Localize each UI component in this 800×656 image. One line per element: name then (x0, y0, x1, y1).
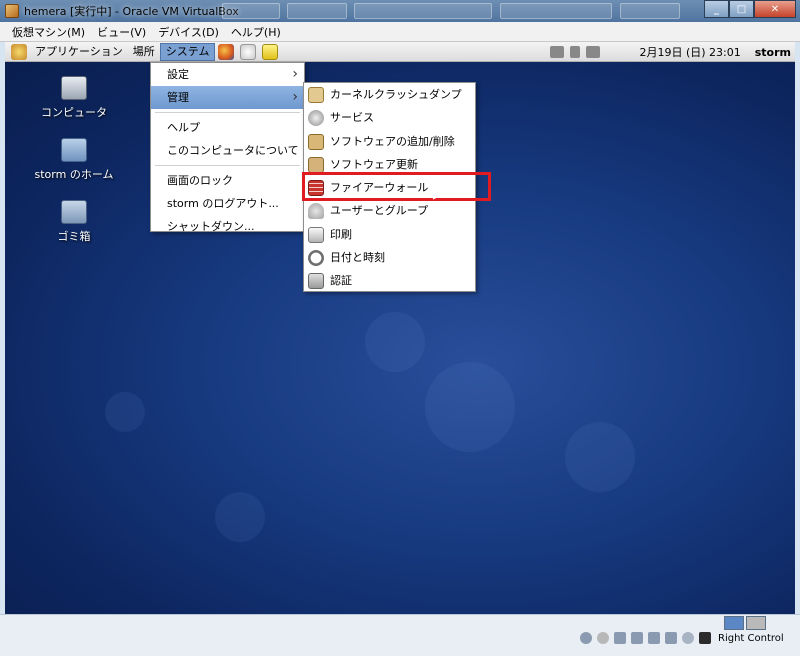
network-icon[interactable] (550, 46, 565, 58)
desktop-icon-computer[interactable]: コンピュータ (29, 76, 119, 120)
menu-item-label: カーネルクラッシュダンプ (330, 88, 462, 101)
minimize-button[interactable]: _ (704, 0, 729, 18)
desktop-icon-home[interactable]: storm のホーム (29, 138, 119, 182)
network-adapter-icon[interactable] (631, 632, 643, 644)
system-menu-item-logout[interactable]: storm のログアウト... (151, 192, 304, 215)
admin-item-kernel-dump[interactable]: カーネルクラッシュダンプ (304, 83, 475, 106)
system-menu-item-administration[interactable]: 管理 › (151, 86, 304, 109)
admin-item-printing[interactable]: 印刷 (304, 223, 475, 246)
title-bar[interactable]: hemera [実行中] - Oracle VM VirtualBox _ □ … (0, 0, 800, 22)
background-orb (425, 362, 515, 452)
users-groups-icon (308, 203, 324, 220)
window-title: hemera [実行中] - Oracle VM VirtualBox (24, 5, 239, 18)
hard-disk-icon[interactable] (580, 632, 592, 644)
menu-separator (155, 112, 300, 113)
desktop-icon-trash[interactable]: ゴミ箱 (29, 200, 119, 244)
menu-item-label: 日付と時刻 (330, 251, 385, 265)
system-menu-item-lock-screen[interactable]: 画面のロック (151, 169, 304, 192)
menu-item-label: ユーザーとグループ (330, 204, 429, 218)
admin-item-software-add-remove[interactable]: ソフトウェアの追加/削除 (304, 130, 475, 153)
guest-screen[interactable]: アプリケーション 場所 システム 2月19日 (日) 23:01 storm コ… (5, 42, 795, 614)
menu-item-label: ソフトウェア更新 (330, 157, 418, 171)
menu-separator (155, 165, 300, 166)
host-key-icon[interactable] (699, 632, 711, 644)
menu-item-label: 設定 (167, 68, 189, 81)
display-icon[interactable] (665, 632, 677, 644)
menu-item-label: ソフトウェアの追加/削除 (330, 134, 455, 148)
close-button[interactable]: ✕ (754, 0, 796, 18)
kernel-dump-icon (308, 87, 324, 103)
system-menu-item-about[interactable]: このコンピュータについて (151, 139, 304, 162)
background-orb (565, 422, 635, 492)
virtualbox-icon (5, 4, 19, 18)
gnome-foot-icon (11, 43, 27, 60)
volume-icon[interactable] (570, 46, 581, 58)
mail-launcher-icon[interactable] (240, 43, 257, 60)
admin-item-date-time[interactable]: 日付と時刻 (304, 246, 475, 269)
display-icon[interactable] (586, 46, 601, 58)
trash-icon (61, 200, 87, 224)
virtualbox-menubar: 仮想マシン(M) ビュー(V) デバイス(D) ヘルプ(H) (0, 22, 800, 42)
background-tab (500, 3, 612, 19)
system-menu-item-shutdown[interactable]: シャットダウン... (151, 215, 304, 238)
panel-menu-system[interactable]: システム (159, 42, 216, 61)
admin-item-authentication[interactable]: 認証 (304, 269, 475, 292)
background-tab (287, 3, 347, 19)
home-folder-icon (61, 138, 87, 162)
virtualbox-window: hemera [実行中] - Oracle VM VirtualBox _ □ … (0, 0, 800, 656)
top-panel: アプリケーション 場所 システム 2月19日 (日) 23:01 storm (5, 42, 795, 62)
menu-devices[interactable]: デバイス(D) (152, 24, 225, 40)
chevron-right-icon: › (292, 89, 298, 105)
clock-icon (308, 250, 324, 267)
fullscreen-mode-icon[interactable] (746, 616, 766, 630)
panel-user[interactable]: storm (755, 46, 791, 59)
menu-item-label: 印刷 (330, 227, 352, 241)
menu-item-label: 管理 (167, 91, 189, 104)
background-tab (354, 3, 492, 19)
printer-icon (308, 226, 324, 243)
system-menu: 設定 › 管理 › ヘルプ このコンピュータについて 画面のロック storm … (150, 62, 305, 233)
desktop-icon-label: storm のホーム (34, 168, 114, 181)
services-icon (308, 110, 324, 127)
panel-clock[interactable]: 2月19日 (日) 23:01 (639, 44, 740, 60)
background-tab (620, 3, 680, 19)
optical-drive-icon[interactable] (597, 632, 609, 644)
firefox-launcher-icon[interactable] (218, 43, 235, 60)
highlight-box (302, 172, 491, 201)
host-key-label: Right Control (718, 632, 784, 644)
menu-view[interactable]: ビュー(V) (91, 24, 152, 40)
maximize-button[interactable]: □ (729, 0, 754, 18)
background-orb (105, 392, 145, 432)
shared-folders-icon[interactable] (648, 632, 660, 644)
chevron-right-icon: › (292, 66, 298, 82)
mouse-integration-icon[interactable] (682, 632, 694, 644)
notes-launcher-icon[interactable] (262, 43, 279, 60)
status-bar: Right Control (580, 632, 784, 644)
background-tab (222, 3, 280, 19)
system-menu-item-help[interactable]: ヘルプ (151, 116, 304, 139)
desktop-icon-label: コンピュータ (41, 106, 107, 119)
software-add-remove-icon (308, 133, 324, 150)
menu-machine[interactable]: 仮想マシン(M) (6, 24, 91, 40)
menu-help[interactable]: ヘルプ(H) (225, 24, 287, 40)
admin-item-services[interactable]: サービス (304, 106, 475, 129)
background-orb (215, 492, 265, 542)
desktop-icon-label: ゴミ箱 (57, 230, 91, 243)
usb-icon[interactable] (614, 632, 626, 644)
background-orb (365, 312, 425, 372)
menu-item-label: サービス (330, 111, 374, 125)
panel-menu-applications[interactable]: アプリケーション (30, 42, 128, 62)
system-menu-item-settings[interactable]: 設定 › (151, 63, 304, 86)
software-update-icon (308, 156, 324, 173)
admin-item-users-groups[interactable]: ユーザーとグループ (304, 199, 475, 222)
authentication-icon (308, 273, 324, 290)
panel-menu-places[interactable]: 場所 (128, 42, 160, 62)
computer-icon (61, 76, 87, 100)
scale-mode-icon[interactable] (724, 616, 744, 630)
menu-item-label: 認証 (330, 274, 352, 288)
